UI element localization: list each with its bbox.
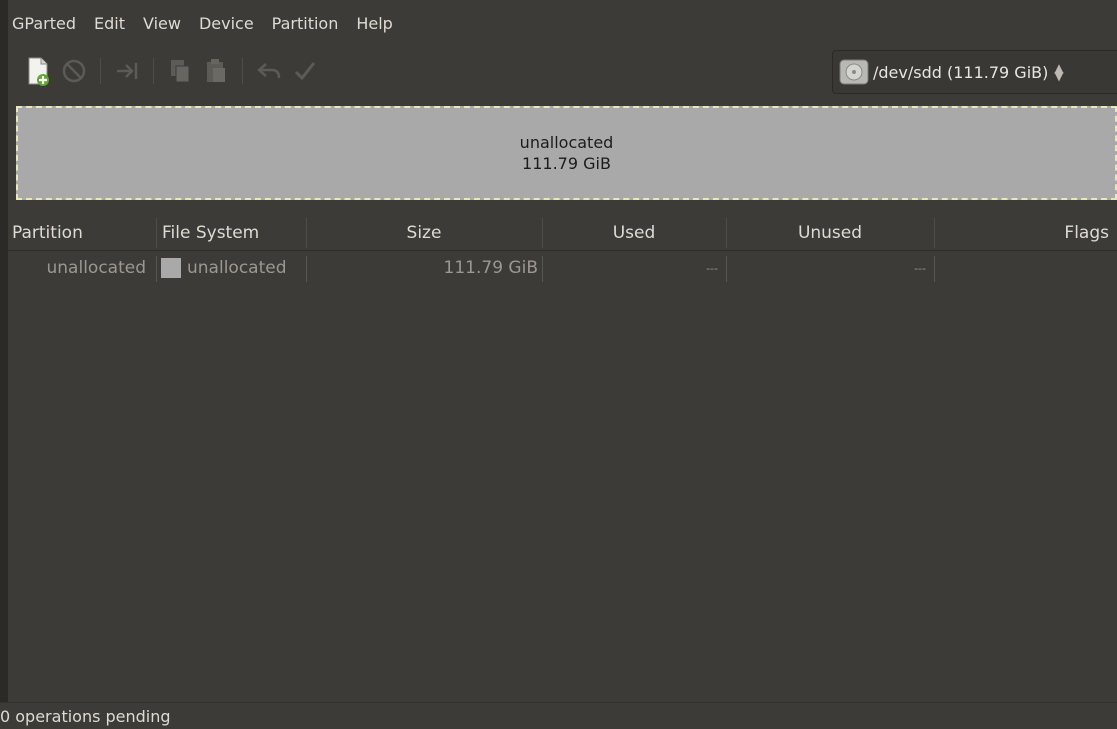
menubar: GParted Edit View Device Partition Help — [8, 6, 407, 40]
cell-divider — [156, 256, 157, 282]
column-header-size[interactable]: Size — [306, 216, 542, 250]
table-header: Partition File System Size Used Unused F… — [8, 216, 1117, 251]
undo-icon — [257, 63, 281, 79]
cell-size: 111.79 GiB — [443, 258, 538, 278]
menu-help[interactable]: Help — [356, 14, 392, 33]
cell-partition: unallocated — [46, 258, 147, 278]
cell-file-system-label: unallocated — [187, 258, 287, 278]
status-text: 0 operations pending — [0, 706, 171, 726]
device-label: /dev/sdd (111.79 GiB) — [873, 62, 1049, 82]
delete-partition-button[interactable] — [58, 55, 90, 87]
new-partition-button[interactable] — [22, 55, 54, 87]
arrow-right-bar-icon — [117, 63, 138, 79]
menu-edit[interactable]: Edit — [94, 14, 125, 33]
cell-file-system: unallocated — [161, 252, 306, 284]
toolbar-separator — [242, 58, 243, 84]
column-header-flags[interactable]: Flags — [934, 216, 1117, 250]
no-entry-icon — [62, 59, 86, 83]
filesystem-color-swatch — [161, 258, 181, 278]
menu-device[interactable]: Device — [199, 14, 254, 33]
undo-button[interactable] — [253, 55, 285, 87]
paste-button[interactable] — [200, 55, 232, 87]
device-selector[interactable]: /dev/sdd (111.79 GiB) ▲ ▼ — [832, 50, 1117, 94]
paste-icon — [207, 59, 225, 82]
table-row[interactable]: unallocated unallocated 111.79 GiB --- -… — [8, 252, 1117, 284]
partition-table: Partition File System Size Used Unused F… — [8, 216, 1117, 702]
cell-flags — [934, 252, 1117, 284]
column-header-file-system[interactable]: File System — [162, 216, 302, 250]
toolbar — [22, 52, 325, 90]
window-left-edge — [0, 0, 8, 728]
status-bar: 0 operations pending — [0, 702, 1117, 729]
copy-icon — [171, 60, 190, 83]
column-header-unused[interactable]: Unused — [726, 216, 934, 250]
partition-block-unallocated[interactable]: unallocated 111.79 GiB — [16, 106, 1117, 200]
menu-view[interactable]: View — [143, 14, 181, 33]
toolbar-separator — [100, 58, 101, 84]
partition-block-size: 111.79 GiB — [522, 154, 611, 173]
column-header-partition[interactable]: Partition — [12, 216, 152, 250]
column-divider — [156, 218, 157, 248]
copy-button[interactable] — [164, 55, 196, 87]
column-header-used[interactable]: Used — [542, 216, 726, 250]
cell-unused: --- — [914, 261, 926, 275]
harddisk-icon — [839, 59, 869, 85]
new-document-icon — [28, 57, 49, 86]
menu-partition[interactable]: Partition — [272, 14, 339, 33]
updown-arrows-icon: ▲ ▼ — [1054, 61, 1064, 83]
menu-gparted[interactable]: GParted — [12, 14, 76, 33]
partition-map: unallocated 111.79 GiB — [8, 100, 1117, 208]
apply-button[interactable] — [289, 55, 321, 87]
partition-block-name: unallocated — [519, 133, 614, 152]
checkmark-icon — [294, 62, 316, 81]
cell-used: --- — [706, 261, 718, 275]
resize-move-button[interactable] — [111, 55, 143, 87]
toolbar-separator — [153, 58, 154, 84]
